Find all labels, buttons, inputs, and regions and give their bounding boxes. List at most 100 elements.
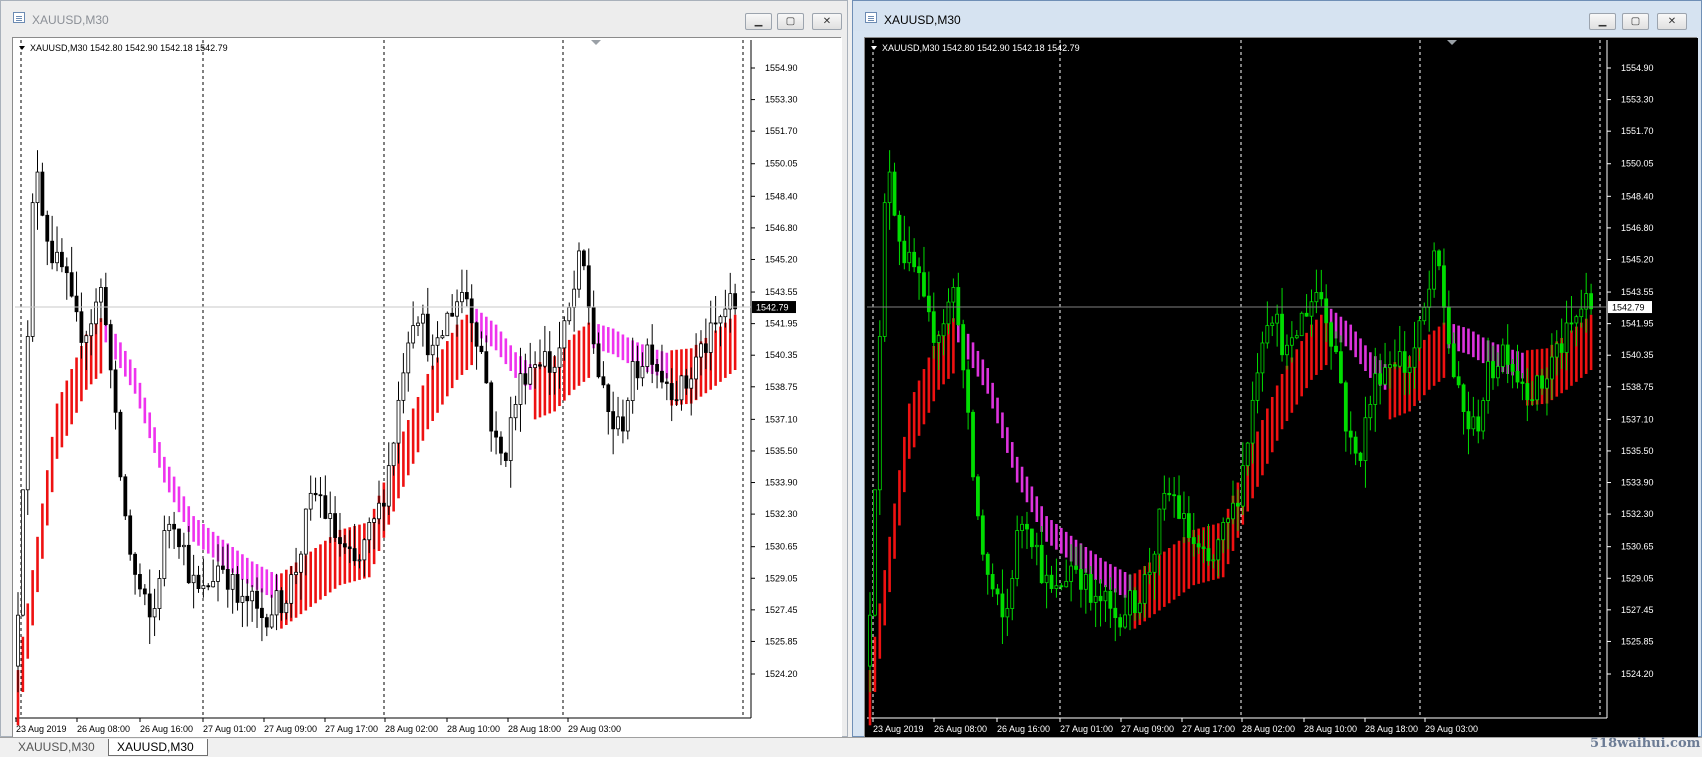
indicator-bar <box>1010 442 1014 468</box>
indicator-bar <box>460 319 464 375</box>
candle-body <box>220 565 225 570</box>
y-tick-label: 1525.85 <box>765 636 798 646</box>
candle-body <box>951 287 956 303</box>
minimize-button[interactable]: ▁ <box>1589 13 1616 30</box>
candle-body <box>1422 306 1427 322</box>
minimize-button[interactable]: ▁ <box>745 13 772 30</box>
chart-window-light[interactable]: XAUUSD,M30 ▁ ▢ ✕ 1554.90 1553.30 1551.70 15… <box>0 0 848 738</box>
candle-body <box>40 171 45 216</box>
y-tick-label: 1529.05 <box>1621 573 1654 583</box>
candle-body <box>1334 345 1338 353</box>
indicator-bar <box>1432 330 1436 386</box>
candle-body <box>625 400 630 432</box>
indicator-bar <box>903 436 906 493</box>
x-tick-label: 28 Aug 10:00 <box>447 724 500 734</box>
candle-body <box>1304 312 1309 317</box>
indicator-bar <box>450 332 454 389</box>
y-tick-label: 1535.50 <box>1621 446 1654 456</box>
candle-body <box>1020 523 1024 531</box>
candle-body <box>113 369 118 413</box>
candle-body <box>1383 367 1387 385</box>
indicator-bar <box>75 357 78 413</box>
candle-body <box>450 312 455 317</box>
price-chart[interactable]: 1554.90 1553.30 1551.70 1550.05 1548.40 1546.… <box>865 38 1698 738</box>
candle-body <box>60 251 64 268</box>
candle-body <box>1476 416 1481 432</box>
candle-body <box>1216 539 1221 561</box>
indicator-bar <box>416 396 420 453</box>
candle-body <box>1182 513 1186 519</box>
maximize-button[interactable]: ▢ <box>1622 13 1649 30</box>
chart-tab[interactable]: XAUUSD,M30 <box>10 739 106 756</box>
indicator-bar <box>1256 431 1259 487</box>
candle-body <box>508 417 513 461</box>
current-price-label: 1542.79 <box>1612 303 1645 313</box>
chart-pane[interactable]: 1554.90 1553.30 1551.70 1550.05 1548.40 1546.… <box>12 37 842 738</box>
indicator-bar <box>70 369 73 425</box>
chart-tab-active[interactable]: XAUUSD,M30 <box>108 739 208 756</box>
candle-body <box>206 585 211 588</box>
close-button[interactable]: ✕ <box>812 13 842 30</box>
candle-body <box>1324 298 1329 324</box>
close-button[interactable]: ✕ <box>1657 13 1687 30</box>
candle-body <box>494 430 498 438</box>
candle-body <box>45 214 50 242</box>
indicator-bar <box>421 385 425 441</box>
candle-body <box>1162 492 1167 510</box>
indicator-bar <box>55 403 59 459</box>
candle-body <box>245 595 250 602</box>
y-tick-label: 1553.30 <box>1621 95 1654 105</box>
indicator-bar <box>1261 420 1264 476</box>
candle-body <box>1491 361 1495 379</box>
candle-body <box>601 376 606 386</box>
chart-window-dark[interactable]: XAUUSD,M30 ▁ ▢ ✕ 1554.90 1553.30 1551.70 15… <box>852 0 1702 738</box>
maximize-button[interactable]: ▢ <box>777 13 804 30</box>
candle-body <box>299 553 303 573</box>
candle-body <box>1456 376 1461 386</box>
candle-body <box>1275 313 1280 324</box>
candle-body <box>1108 590 1113 609</box>
price-chart[interactable]: 1554.90 1553.30 1551.70 1550.05 1548.40 1546.… <box>13 38 842 738</box>
indicator-bar <box>538 362 542 418</box>
y-tick-label: 1533.90 <box>765 478 798 488</box>
candle-body <box>1407 366 1412 373</box>
indicator-bar <box>1025 476 1029 503</box>
candle-body <box>89 323 94 337</box>
indicator-bar <box>45 470 49 526</box>
candle-body <box>157 578 162 609</box>
window-titlebar[interactable]: XAUUSD,M30 ▁ ▢ ✕ <box>1 1 847 31</box>
candle-body <box>873 489 877 616</box>
chart-pane[interactable]: 1554.90 1553.30 1551.70 1550.05 1548.40 1546.… <box>864 37 1698 738</box>
candle-body <box>733 293 738 310</box>
candle-body <box>513 404 518 419</box>
candle-body <box>557 347 562 368</box>
candle-body <box>118 411 123 478</box>
y-tick-label: 1554.90 <box>1621 63 1654 73</box>
candle-body <box>108 324 113 371</box>
candle-body <box>1525 383 1530 401</box>
candle-body <box>484 351 489 384</box>
candle-body <box>723 308 728 318</box>
window-titlebar[interactable]: XAUUSD,M30 ▁ ▢ ✕ <box>853 1 1701 31</box>
indicator-bar <box>1393 362 1397 418</box>
indicator-bar <box>1275 385 1279 441</box>
indicator-bar <box>893 503 896 559</box>
candle-body <box>35 171 40 204</box>
candle-body <box>1574 316 1579 324</box>
indicator-bar <box>1280 373 1284 430</box>
candle-body <box>479 345 484 353</box>
candle-body <box>1358 452 1363 461</box>
candle-body <box>1520 381 1525 384</box>
candle-body <box>1132 590 1137 614</box>
indicator-bar <box>616 331 620 358</box>
chart-tabs-bar: XAUUSD,M30 XAUUSD,M30 <box>0 737 1702 757</box>
candle-body <box>133 553 137 575</box>
indicator-bar <box>1094 554 1097 580</box>
x-tick-label: 23 Aug 2019 <box>16 724 67 734</box>
candle-body <box>1172 494 1177 497</box>
candle-body <box>995 588 1000 595</box>
candle-body <box>216 565 220 582</box>
y-tick-label: 1532.30 <box>765 509 798 519</box>
candle-body <box>533 364 538 369</box>
x-tick-label: 26 Aug 08:00 <box>77 724 130 734</box>
